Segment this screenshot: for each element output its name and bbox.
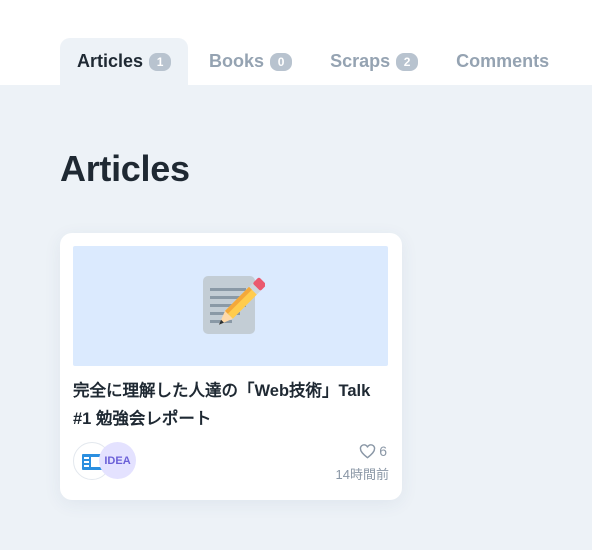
memo-icon: [203, 276, 265, 334]
tab-label: Scraps: [330, 51, 391, 71]
tab-label: Comments: [456, 51, 550, 71]
profile-tabs: Articles 1 Books 0 Scraps 2 Comments: [60, 38, 570, 85]
tab-comments[interactable]: Comments: [439, 38, 566, 85]
heart-icon[interactable]: [359, 443, 376, 459]
like-count: 6: [379, 443, 387, 459]
tab-scraps[interactable]: Scraps 2: [313, 38, 435, 85]
topic-list: IDEA: [73, 442, 143, 480]
tab-label: Articles: [77, 51, 144, 71]
published-time: 14時間前: [335, 467, 389, 482]
article-title[interactable]: 完全に理解した人達の「Web技術」Talk #1 勉強会レポート: [73, 377, 389, 433]
tab-books[interactable]: Books 0: [192, 38, 309, 85]
page-title: Articles: [60, 148, 190, 189]
tab-count-badge: 2: [396, 52, 419, 71]
tab-count-badge: 1: [149, 52, 172, 71]
article-thumbnail[interactable]: [73, 246, 388, 366]
like-counter: 6: [359, 443, 387, 459]
article-card[interactable]: 完全に理解した人達の「Web技術」Talk #1 勉強会レポート IDEA 6 …: [60, 233, 402, 500]
tab-label: Books: [209, 51, 265, 71]
tab-count-badge: 0: [270, 52, 293, 71]
topic-idea-badge[interactable]: IDEA: [99, 442, 136, 479]
profile-header: Articles 1 Books 0 Scraps 2 Comments: [0, 0, 592, 85]
tab-articles[interactable]: Articles 1: [60, 38, 189, 85]
